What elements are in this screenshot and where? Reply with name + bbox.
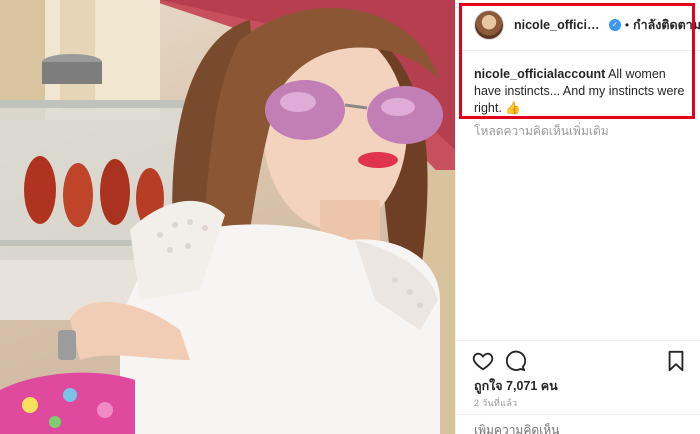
post-timestamp[interactable]: 2 วันที่แล้ว <box>474 396 517 410</box>
comments-section: nicole_officialaccount All women have in… <box>474 66 694 140</box>
separator-dot: • <box>624 18 630 32</box>
bookmark-icon[interactable] <box>665 350 687 372</box>
action-bar <box>472 350 687 372</box>
verified-badge-icon: ✓ <box>608 19 621 31</box>
load-more-comments-link[interactable]: โหลดความคิดเห็นเพิ่มเติม <box>474 123 694 140</box>
post-photo[interactable] <box>0 0 455 434</box>
username-link[interactable]: nicole_officialacc... <box>514 18 605 32</box>
caption: nicole_officialaccount All women have in… <box>474 66 694 117</box>
post-header: nicole_officialacc... ✓ • กำลังติดตาม <box>456 0 700 50</box>
heart-icon[interactable] <box>472 350 494 372</box>
post-side-panel: nicole_officialacc... ✓ • กำลังติดตาม ni… <box>455 0 700 434</box>
comment-divider <box>456 414 700 415</box>
caption-username-link[interactable]: nicole_officialaccount <box>474 67 605 81</box>
photo-illustration <box>0 0 455 434</box>
likes-count[interactable]: ถูกใจ 7,071 คน <box>474 376 558 396</box>
avatar[interactable] <box>474 10 504 40</box>
header-divider <box>456 50 700 51</box>
following-button[interactable]: กำลังติดตาม <box>633 15 700 35</box>
actions-divider <box>456 340 700 341</box>
comment-bubble-icon[interactable] <box>504 350 527 372</box>
add-comment-input[interactable] <box>474 423 684 434</box>
